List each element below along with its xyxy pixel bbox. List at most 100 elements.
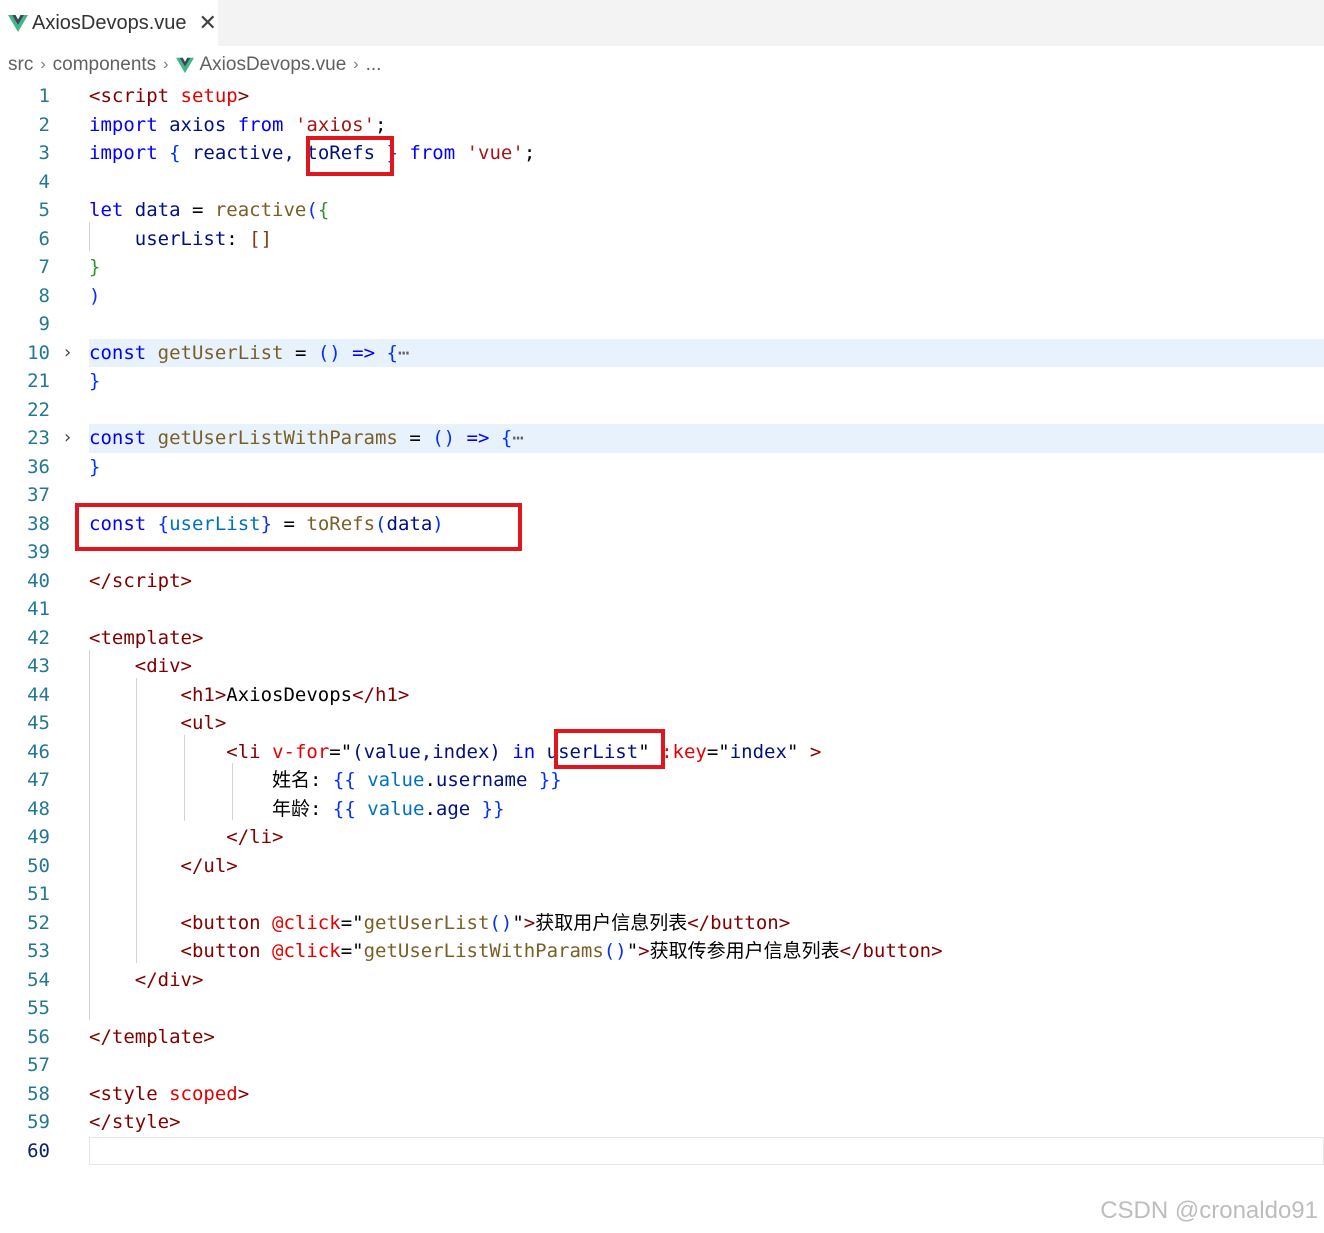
- line-number: 41: [27, 598, 50, 620]
- code-line[interactable]: 1 <script setup>: [0, 82, 1324, 111]
- editor-tab[interactable]: AxiosDevops.vue ✕: [0, 0, 218, 46]
- code-line[interactable]: 2 import axios from 'axios';: [0, 111, 1324, 140]
- code-line[interactable]: 44 <h1>AxiosDevops</h1>: [0, 681, 1324, 710]
- code-line[interactable]: 40 </script>: [0, 567, 1324, 596]
- line-number: 53: [27, 940, 50, 962]
- code-line[interactable]: 57: [0, 1051, 1324, 1080]
- code-line[interactable]: 3 import { reactive, toRefs } from 'vue';: [0, 139, 1324, 168]
- code-editor[interactable]: 1 <script setup> 2 import axios from 'axios…: [0, 80, 1324, 1170]
- line-number: 36: [27, 455, 50, 478]
- code-line[interactable]: 59 </style>: [0, 1108, 1324, 1137]
- code-token: in: [512, 740, 536, 763]
- line-number: 38: [27, 512, 50, 535]
- code-token: ): [89, 284, 101, 307]
- code-token: <button: [180, 940, 261, 962]
- code-token: :: [226, 227, 250, 250]
- code-token: {: [386, 341, 398, 364]
- code-line[interactable]: 50 </ul>: [0, 852, 1324, 881]
- code-token: }: [89, 370, 101, 392]
- code-token: scoped: [157, 1082, 238, 1105]
- code-token: </button>: [687, 911, 791, 934]
- code-line[interactable]: › 23 const getUserListWithParams = () => {…: [0, 424, 1324, 453]
- code-token: >: [523, 911, 536, 934]
- code-line[interactable]: 4: [0, 168, 1324, 197]
- line-number: 22: [27, 398, 50, 421]
- code-token: style: [100, 1082, 158, 1105]
- code-line[interactable]: 36}: [0, 453, 1324, 482]
- code-line[interactable]: 5 let data = reactive({: [0, 196, 1324, 225]
- code-token: {: [500, 427, 513, 449]
- code-line[interactable]: 42 <template>: [0, 624, 1324, 653]
- code-line[interactable]: 43 <div>: [0, 652, 1324, 681]
- code-token: =": [329, 740, 353, 763]
- code-token: getUserListWithParams: [363, 940, 604, 962]
- highlight-box-torefs-destructure: [75, 503, 522, 551]
- code-line[interactable]: 60: [0, 1136, 1324, 1166]
- code-line[interactable]: 7}: [0, 253, 1324, 282]
- code-line[interactable]: 47 姓名: {{ value.username }}: [0, 766, 1324, 795]
- code-line[interactable]: 58 <style scoped>: [0, 1080, 1324, 1109]
- code-token: 'axios': [294, 113, 376, 136]
- breadcrumb-item-file[interactable]: AxiosDevops.vue: [200, 54, 347, 76]
- fold-chevron-icon[interactable]: ›: [64, 339, 71, 368]
- breadcrumb-item-src[interactable]: src: [8, 54, 33, 76]
- code-token: (value,index): [352, 740, 501, 763]
- code-line[interactable]: 6 userList: []: [0, 225, 1324, 254]
- code-line[interactable]: 55: [0, 994, 1324, 1023]
- code-line[interactable]: 56 </template>: [0, 1023, 1324, 1052]
- code-line[interactable]: 41: [0, 595, 1324, 624]
- code-line[interactable]: › 10 const getUserList = () => {⋯: [0, 338, 1324, 368]
- fold-chevron-icon[interactable]: ›: [64, 424, 71, 453]
- code-text: <style scoped>: [89, 1080, 249, 1109]
- code-line[interactable]: 51: [0, 880, 1324, 909]
- line-number: 51: [27, 883, 50, 905]
- close-icon[interactable]: ✕: [199, 12, 217, 34]
- line-number: 52: [27, 911, 50, 934]
- code-line[interactable]: 8): [0, 282, 1324, 311]
- breadcrumb-item-symbols[interactable]: ...: [366, 54, 382, 76]
- line-number: 9: [38, 313, 50, 335]
- code-token: ;: [375, 113, 387, 136]
- code-text: }: [89, 253, 100, 282]
- code-token: {: [169, 142, 181, 164]
- line-number: 39: [27, 541, 50, 563]
- code-line[interactable]: 54 </div>: [0, 966, 1324, 995]
- code-text: <button @click="getUserList()">获取用户信息列表<…: [89, 909, 791, 938]
- line-number: 44: [27, 683, 50, 706]
- code-line[interactable]: 52 <button @click="getUserList()">获取用户信息…: [0, 909, 1324, 938]
- code-token: value: [355, 797, 425, 820]
- code-line[interactable]: 9: [0, 310, 1324, 339]
- code-line[interactable]: 21}: [0, 367, 1324, 396]
- code-line[interactable]: 49 </li>: [0, 823, 1324, 852]
- code-token: .: [424, 797, 436, 820]
- code-token: let: [89, 199, 124, 221]
- line-number: 7: [38, 256, 50, 278]
- code-token: <: [89, 85, 101, 107]
- code-line[interactable]: 22: [0, 396, 1324, 425]
- code-line[interactable]: 53 <button @click="getUserListWithParams…: [0, 937, 1324, 966]
- code-line[interactable]: 48 年龄: {{ value.age }}: [0, 795, 1324, 824]
- code-token: 获取用户信息列表: [535, 911, 688, 934]
- breadcrumb-item-components[interactable]: components: [53, 54, 157, 76]
- code-token: getUserListWithParams: [157, 427, 398, 449]
- line-number: 49: [27, 826, 50, 848]
- code-token: @click: [272, 911, 341, 934]
- code-token: age: [435, 797, 471, 820]
- code-token: }: [89, 256, 101, 278]
- code-token: }: [89, 455, 101, 478]
- line-number: 40: [27, 569, 50, 592]
- line-number: 37: [27, 484, 50, 506]
- code-token: :key: [661, 740, 707, 763]
- code-token: 获取传参用户信息列表: [649, 940, 840, 962]
- code-text: <button @click="getUserListWithParams()"…: [89, 937, 943, 966]
